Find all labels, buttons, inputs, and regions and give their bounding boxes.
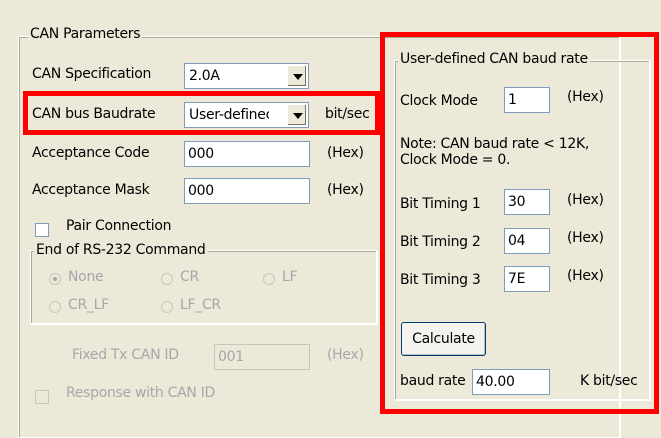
end-crlf-radio[interactable] [49,301,61,313]
can-spec-select[interactable]: 2.0A [184,63,309,89]
end-cr-radio[interactable] [161,273,173,285]
pair-connection-label: Pair Connection [66,218,172,234]
end-crlf-label: CR_LF [68,297,109,313]
acceptance-mask-label: Acceptance Mask [32,182,150,198]
acceptance-mask-unit: (Hex) [327,182,364,198]
pair-connection-checkbox[interactable] [35,223,49,237]
acceptance-code-unit: (Hex) [327,145,364,161]
can-parameters-title: CAN Parameters [28,26,143,42]
fixed-tx-unit: (Hex) [327,347,364,363]
end-lfcr-radio[interactable] [161,301,173,313]
fixed-tx-input[interactable]: 001 [214,344,310,370]
chevron-down-icon[interactable] [287,65,307,87]
end-lfcr-label: LF_CR [180,297,221,313]
acceptance-mask-input[interactable]: 000 [184,178,310,204]
end-none-label: None [68,269,104,285]
end-none-radio[interactable] [49,273,61,285]
acceptance-code-label: Acceptance Code [32,145,150,161]
baudrate-highlight [23,91,380,135]
end-lf-label: LF [282,269,298,285]
can-spec-label: CAN Specification [32,66,152,82]
acceptance-code-input[interactable]: 000 [184,141,310,167]
user-baud-highlight [380,32,659,414]
response-can-id-checkbox[interactable] [35,390,49,404]
fixed-tx-label: Fixed Tx CAN ID [72,347,179,363]
can-spec-value: 2.0A [189,68,220,84]
response-can-id-label: Response with CAN ID [66,385,216,401]
end-lf-radio[interactable] [263,273,275,285]
end-cr-label: CR [180,269,199,285]
end-rs232-title: End of RS-232 Command [34,242,208,258]
